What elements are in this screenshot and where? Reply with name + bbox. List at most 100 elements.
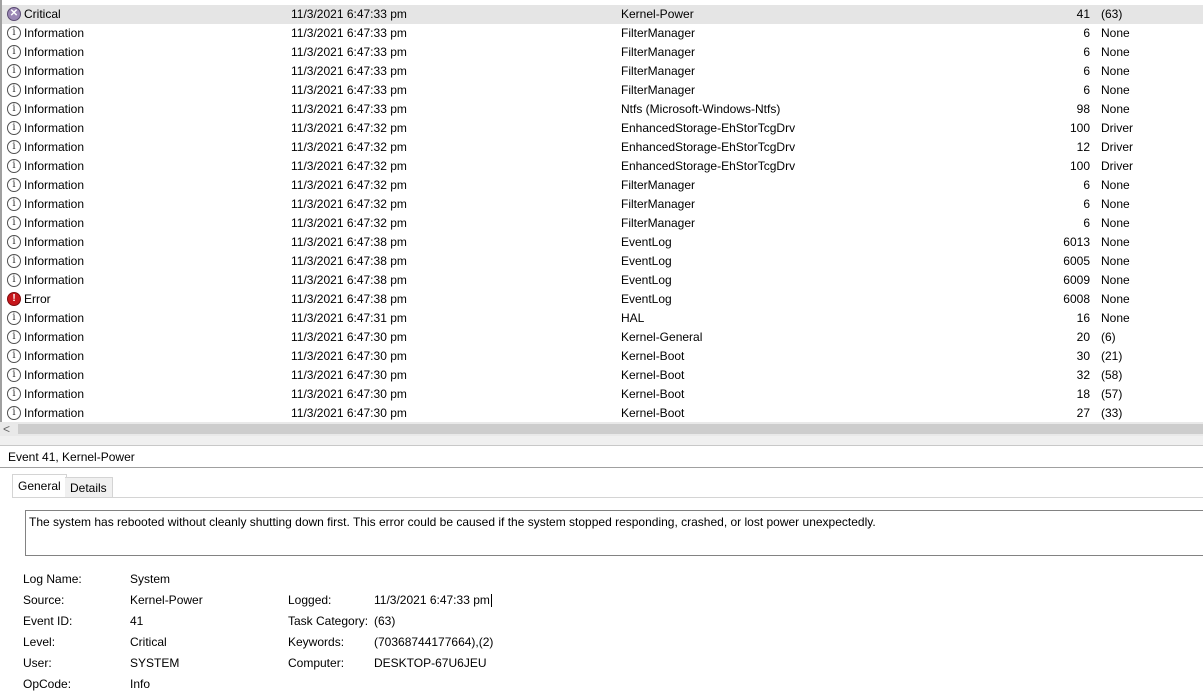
- task-category-cell-text: Driver: [1101, 121, 1133, 135]
- event-row[interactable]: Information 11/3/2021 6:47:32 pm EnhancedS…: [2, 119, 1203, 138]
- level-cell: Information: [7, 24, 277, 43]
- event-description[interactable]: The system has rebooted without cleanly …: [25, 510, 1203, 556]
- event-row[interactable]: Information 11/3/2021 6:47:30 pm Kernel-Bo…: [2, 347, 1203, 366]
- source-cell: HAL: [621, 309, 1021, 328]
- info-icon: [7, 367, 21, 382]
- source-cell: FilterManager: [621, 176, 1021, 195]
- event-details-pane: Event 41, Kernel-Power General Details T…: [0, 446, 1203, 700]
- date-cell: 11/3/2021 6:47:38 pm: [291, 233, 591, 252]
- log-name-label: Log Name:: [23, 572, 82, 586]
- date-cell-text: 11/3/2021 6:47:32 pm: [291, 140, 407, 154]
- event-row[interactable]: Information 11/3/2021 6:47:33 pm FilterMan…: [2, 43, 1203, 62]
- event-id-cell: 6013: [1002, 233, 1090, 252]
- event-row[interactable]: Information 11/3/2021 6:47:33 pm FilterMan…: [2, 24, 1203, 43]
- task-category-cell: None: [1101, 176, 1201, 195]
- event-id-cell: 41: [1002, 5, 1090, 24]
- horizontal-scrollbar[interactable]: <: [0, 422, 1203, 436]
- keywords-value[interactable]: (70368744177664),(2): [374, 635, 493, 649]
- event-id-cell-text: 20: [1076, 330, 1090, 344]
- event-id-label: Event ID:: [23, 614, 73, 628]
- pane-splitter[interactable]: [0, 436, 1203, 446]
- event-row[interactable]: Information 11/3/2021 6:47:32 pm FilterMan…: [2, 176, 1203, 195]
- event-row[interactable]: Information 11/3/2021 6:47:31 pm HAL 16 None: [2, 309, 1203, 328]
- task-category-cell-text: Driver: [1101, 140, 1133, 154]
- date-cell: 11/3/2021 6:47:32 pm: [291, 214, 591, 233]
- opcode-value[interactable]: Info: [130, 677, 150, 691]
- level-cell: Information: [7, 157, 277, 176]
- scrollbar-thumb[interactable]: [18, 424, 1203, 434]
- event-row[interactable]: Information 11/3/2021 6:47:33 pm FilterMan…: [2, 81, 1203, 100]
- logged-value-field[interactable]: 11/3/2021 6:47:33 pm: [374, 593, 492, 608]
- event-id-cell: 6: [1002, 43, 1090, 62]
- level-value[interactable]: Critical: [130, 635, 167, 649]
- date-cell-text: 11/3/2021 6:47:30 pm: [291, 387, 407, 401]
- event-row[interactable]: Information 11/3/2021 6:47:30 pm Kernel-Bo…: [2, 404, 1203, 422]
- event-id-cell: 6: [1002, 62, 1090, 81]
- event-id-cell-text: 18: [1076, 387, 1090, 401]
- computer-value[interactable]: DESKTOP-67U6JEU: [374, 656, 486, 670]
- source-cell: Kernel-Boot: [621, 366, 1021, 385]
- event-id-cell-text: 6009: [1063, 273, 1090, 287]
- source-cell: Kernel-Boot: [621, 404, 1021, 422]
- event-row[interactable]: Information 11/3/2021 6:47:32 pm FilterMan…: [2, 214, 1203, 233]
- event-row[interactable]: Information 11/3/2021 6:47:38 pm EventLog 6…: [2, 233, 1203, 252]
- user-value[interactable]: SYSTEM: [130, 656, 179, 670]
- event-row[interactable]: Information 11/3/2021 6:47:32 pm EnhancedS…: [2, 138, 1203, 157]
- source-cell: Kernel-Power: [621, 5, 1021, 24]
- level-cell: Information: [7, 347, 277, 366]
- date-cell-text: 11/3/2021 6:47:30 pm: [291, 349, 407, 363]
- event-id-cell: 100: [1002, 119, 1090, 138]
- event-row[interactable]: Information 11/3/2021 6:47:30 pm Kernel-Bo…: [2, 385, 1203, 404]
- task-category-value[interactable]: (63): [374, 614, 395, 628]
- event-id-cell: 32: [1002, 366, 1090, 385]
- event-id-cell-text: 6005: [1063, 254, 1090, 268]
- level-cell-text: Information: [24, 83, 85, 97]
- task-category-cell-text: None: [1101, 273, 1130, 287]
- source-cell: FilterManager: [621, 24, 1021, 43]
- level-cell: Information: [7, 252, 277, 271]
- tab-general[interactable]: General: [12, 474, 67, 498]
- user-label: User:: [23, 656, 52, 670]
- info-icon: [7, 272, 21, 287]
- event-row[interactable]: Information 11/3/2021 6:47:30 pm Kernel-Ge…: [2, 328, 1203, 347]
- event-list[interactable]: Critical 11/3/2021 6:47:33 pm Kernel-Power…: [0, 0, 1203, 422]
- date-cell: 11/3/2021 6:47:33 pm: [291, 5, 591, 24]
- event-id-value[interactable]: 41: [130, 614, 143, 628]
- source-cell-text: EnhancedStorage-EhStorTcgDrv: [621, 140, 796, 154]
- task-category-cell: None: [1101, 214, 1201, 233]
- info-icon: [7, 329, 21, 344]
- tab-details[interactable]: Details: [65, 477, 113, 498]
- event-row[interactable]: Information 11/3/2021 6:47:33 pm Ntfs (Mic…: [2, 100, 1203, 119]
- event-row[interactable]: Error 11/3/2021 6:47:38 pm EventLog 6008 Non…: [2, 290, 1203, 309]
- source-value[interactable]: Kernel-Power: [130, 593, 203, 607]
- event-id-cell-text: 32: [1076, 368, 1090, 382]
- source-cell-text: Kernel-General: [621, 330, 703, 344]
- source-cell-text: Kernel-Power: [621, 7, 694, 21]
- event-row[interactable]: Critical 11/3/2021 6:47:33 pm Kernel-Power…: [2, 5, 1203, 24]
- level-cell-text: Information: [24, 26, 85, 40]
- date-cell: 11/3/2021 6:47:32 pm: [291, 138, 591, 157]
- task-category-cell: None: [1101, 81, 1201, 100]
- task-category-cell: None: [1101, 271, 1201, 290]
- event-row[interactable]: Information 11/3/2021 6:47:32 pm EnhancedS…: [2, 157, 1203, 176]
- scroll-left-arrow[interactable]: <: [3, 422, 15, 436]
- source-cell: EventLog: [621, 290, 1021, 309]
- event-row[interactable]: Information 11/3/2021 6:47:32 pm FilterMan…: [2, 195, 1203, 214]
- logged-value[interactable]: 11/3/2021 6:47:33 pm: [374, 593, 490, 607]
- source-cell-text: Kernel-Boot: [621, 387, 685, 401]
- event-row[interactable]: Information 11/3/2021 6:47:33 pm FilterMan…: [2, 62, 1203, 81]
- event-row[interactable]: Information 11/3/2021 6:47:38 pm EventLog 6…: [2, 252, 1203, 271]
- log-name-value[interactable]: System: [130, 572, 170, 586]
- event-row[interactable]: Information 11/3/2021 6:47:38 pm EventLog 6…: [2, 271, 1203, 290]
- date-cell-text: 11/3/2021 6:47:38 pm: [291, 273, 407, 287]
- source-cell: Ntfs (Microsoft-Windows-Ntfs): [621, 100, 1021, 119]
- source-cell-text: Kernel-Boot: [621, 368, 685, 382]
- event-id-cell-text: 6: [1083, 216, 1090, 230]
- date-cell-text: 11/3/2021 6:47:33 pm: [291, 26, 407, 40]
- event-row[interactable]: Information 11/3/2021 6:47:30 pm Kernel-Bo…: [2, 366, 1203, 385]
- info-icon: [7, 196, 21, 211]
- level-cell: Information: [7, 81, 277, 100]
- critical-icon: [7, 6, 21, 21]
- source-cell-text: FilterManager: [621, 216, 696, 230]
- level-cell-text: Information: [24, 197, 85, 211]
